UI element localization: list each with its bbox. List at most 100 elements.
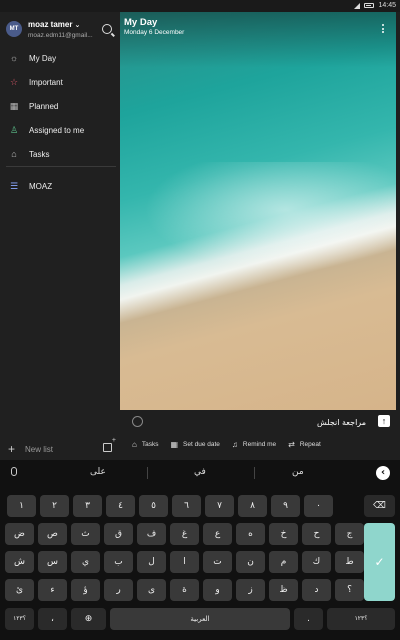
battery-icon (364, 3, 375, 8)
option-label: Repeat (299, 440, 321, 448)
key-letter[interactable]: ط (335, 551, 364, 573)
globe-icon[interactable]: ⊕ (71, 608, 106, 630)
period-key[interactable]: . (294, 608, 323, 630)
key-digit[interactable]: ٠ (304, 495, 333, 517)
key-letter[interactable]: خ (269, 523, 298, 545)
key-letter[interactable]: ا (170, 551, 199, 573)
new-list-label: New list (25, 444, 54, 454)
key-digit[interactable]: ٢ (40, 495, 69, 517)
suggestion-divider (254, 467, 255, 479)
key-digit[interactable]: ١ (7, 495, 36, 517)
key-letter[interactable]: ئ (5, 579, 34, 601)
key-letter[interactable]: ح (302, 523, 331, 545)
calendar-icon: ▦ (9, 100, 19, 111)
key-letter[interactable]: م (269, 551, 298, 573)
key-letter[interactable]: غ (170, 523, 199, 545)
option-tasks[interactable]: ⌂ Tasks (132, 440, 158, 449)
key-letter[interactable]: ي (71, 551, 100, 573)
sidebar-item-my-day[interactable]: ☼ My Day (0, 46, 120, 70)
sidebar-item-label: Planned (29, 101, 59, 111)
key-letter[interactable]: ز (236, 579, 265, 601)
key-letter[interactable]: ت (203, 551, 232, 573)
avatar[interactable]: MT (6, 21, 22, 37)
list-item-moaz[interactable]: ☰ MOAZ (0, 174, 120, 198)
key-letter[interactable]: ش (5, 551, 34, 573)
key-digit[interactable]: ٨ (238, 495, 267, 517)
key-digit[interactable]: ٧ (205, 495, 234, 517)
key-digit[interactable]: ٥ (139, 495, 168, 517)
sidebar: MT moaz tamer ⌄ moaz.edm11@gmail... ☼ My … (0, 12, 120, 460)
task-checkbox-icon[interactable] (132, 416, 143, 427)
new-group-icon[interactable] (103, 437, 116, 452)
option-remind[interactable]: ♫ Remind me (232, 440, 276, 449)
more-options-icon[interactable] (382, 24, 384, 34)
symbols-key-right[interactable]: ؟١٢٣ (327, 608, 395, 630)
key-letter[interactable]: ء (38, 579, 67, 601)
key-letter[interactable]: ك (302, 551, 331, 573)
wave-foam (120, 162, 396, 282)
key-digit[interactable]: ٣ (73, 495, 102, 517)
key-digit[interactable]: ٤ (106, 495, 135, 517)
key-letter[interactable]: ؟ (335, 579, 364, 601)
suggestion-3[interactable]: من (292, 467, 304, 477)
suggestion-bar: على في من ‹ (0, 460, 400, 486)
keyboard: على في من ‹ ١ ٢ ٣ ٤ ٥ ٦ ٧ ٨ ٩ ٠ ⌫ ض ص ث ق ف غ ع ه خ ح ج ش س ي ب ل ا… (0, 460, 400, 640)
list-label: MOAZ (29, 181, 53, 191)
enter-key[interactable]: ✓ (364, 523, 395, 601)
sidebar-item-planned[interactable]: ▦ Planned (0, 94, 120, 118)
user-email: moaz.edm11@gmail... (28, 32, 93, 39)
suggestion-1[interactable]: على (90, 467, 106, 477)
key-letter[interactable]: ف (137, 523, 166, 545)
search-icon[interactable] (102, 24, 112, 34)
key-letter[interactable]: ق (104, 523, 133, 545)
new-list-button[interactable]: + New list (8, 442, 53, 456)
key-digit[interactable]: ٩ (271, 495, 300, 517)
key-letter[interactable]: د (302, 579, 331, 601)
key-letter[interactable]: و (203, 579, 232, 601)
sidebar-item-label: Assigned to me (29, 125, 85, 135)
comma-key[interactable]: ، (38, 608, 67, 630)
backspace-key[interactable]: ⌫ (364, 495, 395, 517)
option-label: Set due date (183, 440, 220, 448)
key-letter[interactable]: ى (137, 579, 166, 601)
account-switcher[interactable]: MT moaz tamer ⌄ moaz.edm11@gmail... (6, 18, 116, 44)
task-input[interactable] (156, 414, 366, 430)
status-time: 14:45 (378, 2, 396, 9)
key-letter[interactable]: ه (236, 523, 265, 545)
home-icon: ⌂ (132, 439, 137, 449)
sidebar-item-assigned[interactable]: ♙ Assigned to me (0, 118, 120, 142)
user-name[interactable]: moaz tamer ⌄ (28, 20, 80, 29)
key-letter[interactable]: ب (104, 551, 133, 573)
key-letter[interactable]: ث (71, 523, 100, 545)
space-key[interactable]: العربية (110, 608, 290, 630)
key-letter[interactable]: ظ (269, 579, 298, 601)
key-letter[interactable]: ض (5, 523, 34, 545)
option-due-date[interactable]: ▦ Set due date (170, 440, 219, 449)
option-repeat[interactable]: ⇄ Repeat (288, 440, 321, 449)
page-date: Monday 6 December (124, 29, 185, 36)
sidebar-item-important[interactable]: ☆ Important (0, 70, 120, 94)
add-task-button[interactable]: ↑ (378, 415, 390, 427)
key-digit[interactable]: ٦ (172, 495, 201, 517)
main-panel: My Day Monday 6 December ↑ ⌂ Tasks ▦ Set… (120, 12, 400, 460)
key-letter[interactable]: ل (137, 551, 166, 573)
symbols-key[interactable]: ؟١٢٣ (5, 608, 34, 630)
key-letter[interactable]: س (38, 551, 67, 573)
key-letter[interactable]: ؤ (71, 579, 100, 601)
repeat-icon: ⇄ (288, 439, 295, 449)
user-lists: ☰ MOAZ (0, 174, 120, 198)
key-letter[interactable]: ج (335, 523, 364, 545)
sidebar-item-tasks[interactable]: ⌂ Tasks (0, 142, 120, 166)
key-letter[interactable]: ة (170, 579, 199, 601)
sun-icon: ☼ (9, 53, 19, 63)
task-options: ⌂ Tasks ▦ Set due date ♫ Remind me ⇄ Rep… (120, 436, 400, 452)
chevron-left-icon[interactable]: ‹ (376, 466, 390, 480)
key-letter[interactable]: ص (38, 523, 67, 545)
key-letter[interactable]: ع (203, 523, 232, 545)
key-letter[interactable]: ر (104, 579, 133, 601)
option-label: Tasks (141, 440, 159, 448)
key-letter[interactable]: ن (236, 551, 265, 573)
suggestion-2[interactable]: في (194, 467, 206, 477)
list-icon: ☰ (9, 180, 19, 191)
mic-icon[interactable] (11, 467, 17, 476)
